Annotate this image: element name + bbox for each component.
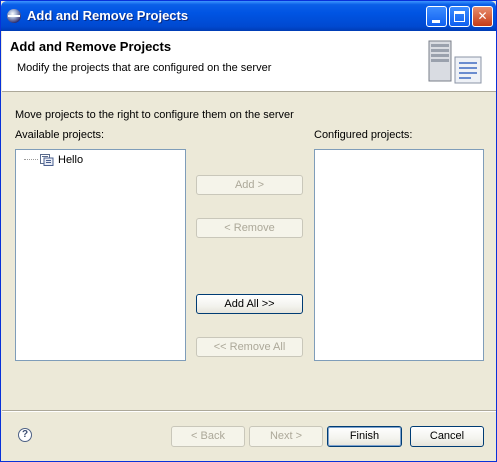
window-title: Add and Remove Projects xyxy=(27,8,189,23)
close-icon: ✕ xyxy=(477,9,488,23)
remove-button[interactable]: < Remove xyxy=(196,218,303,238)
server-banner-icon xyxy=(428,40,482,84)
page-title: Add and Remove Projects xyxy=(10,39,172,54)
page-subtitle: Modify the projects that are configured … xyxy=(17,62,272,74)
project-label: Hello xyxy=(58,154,84,166)
finish-button[interactable]: Finish xyxy=(327,426,402,447)
maximize-icon xyxy=(454,11,465,22)
remove-all-button[interactable]: << Remove All xyxy=(196,337,303,357)
configured-projects-list[interactable] xyxy=(314,149,484,361)
project-icon xyxy=(40,154,54,166)
add-button[interactable]: Add > xyxy=(196,175,303,195)
configured-projects-label: Configured projects: xyxy=(314,129,413,141)
list-item[interactable]: Hello xyxy=(24,153,83,167)
dialog-window: Add and Remove Projects ✕ Add and Remove… xyxy=(0,0,497,462)
available-projects-list[interactable]: Hello xyxy=(15,149,186,361)
tree-connector xyxy=(24,159,38,161)
available-projects-label: Available projects: xyxy=(15,129,105,141)
next-button[interactable]: Next > xyxy=(249,426,323,447)
maximize-button[interactable] xyxy=(449,6,470,27)
instruction-text: Move projects to the right to configure … xyxy=(15,109,294,121)
minimize-button[interactable] xyxy=(426,6,447,27)
cancel-button[interactable]: Cancel xyxy=(410,426,484,447)
wizard-header: Add and Remove Projects Modify the proje… xyxy=(2,31,496,92)
add-all-button[interactable]: Add All >> xyxy=(196,294,303,314)
footer-separator xyxy=(2,410,496,412)
minimize-icon xyxy=(432,20,440,23)
help-icon[interactable]: ? xyxy=(18,428,32,442)
wizard-body: Move projects to the right to configure … xyxy=(2,92,496,410)
eclipse-icon xyxy=(7,9,21,23)
close-button[interactable]: ✕ xyxy=(472,6,493,27)
back-button[interactable]: < Back xyxy=(171,426,245,447)
title-bar[interactable]: Add and Remove Projects ✕ xyxy=(1,1,496,31)
